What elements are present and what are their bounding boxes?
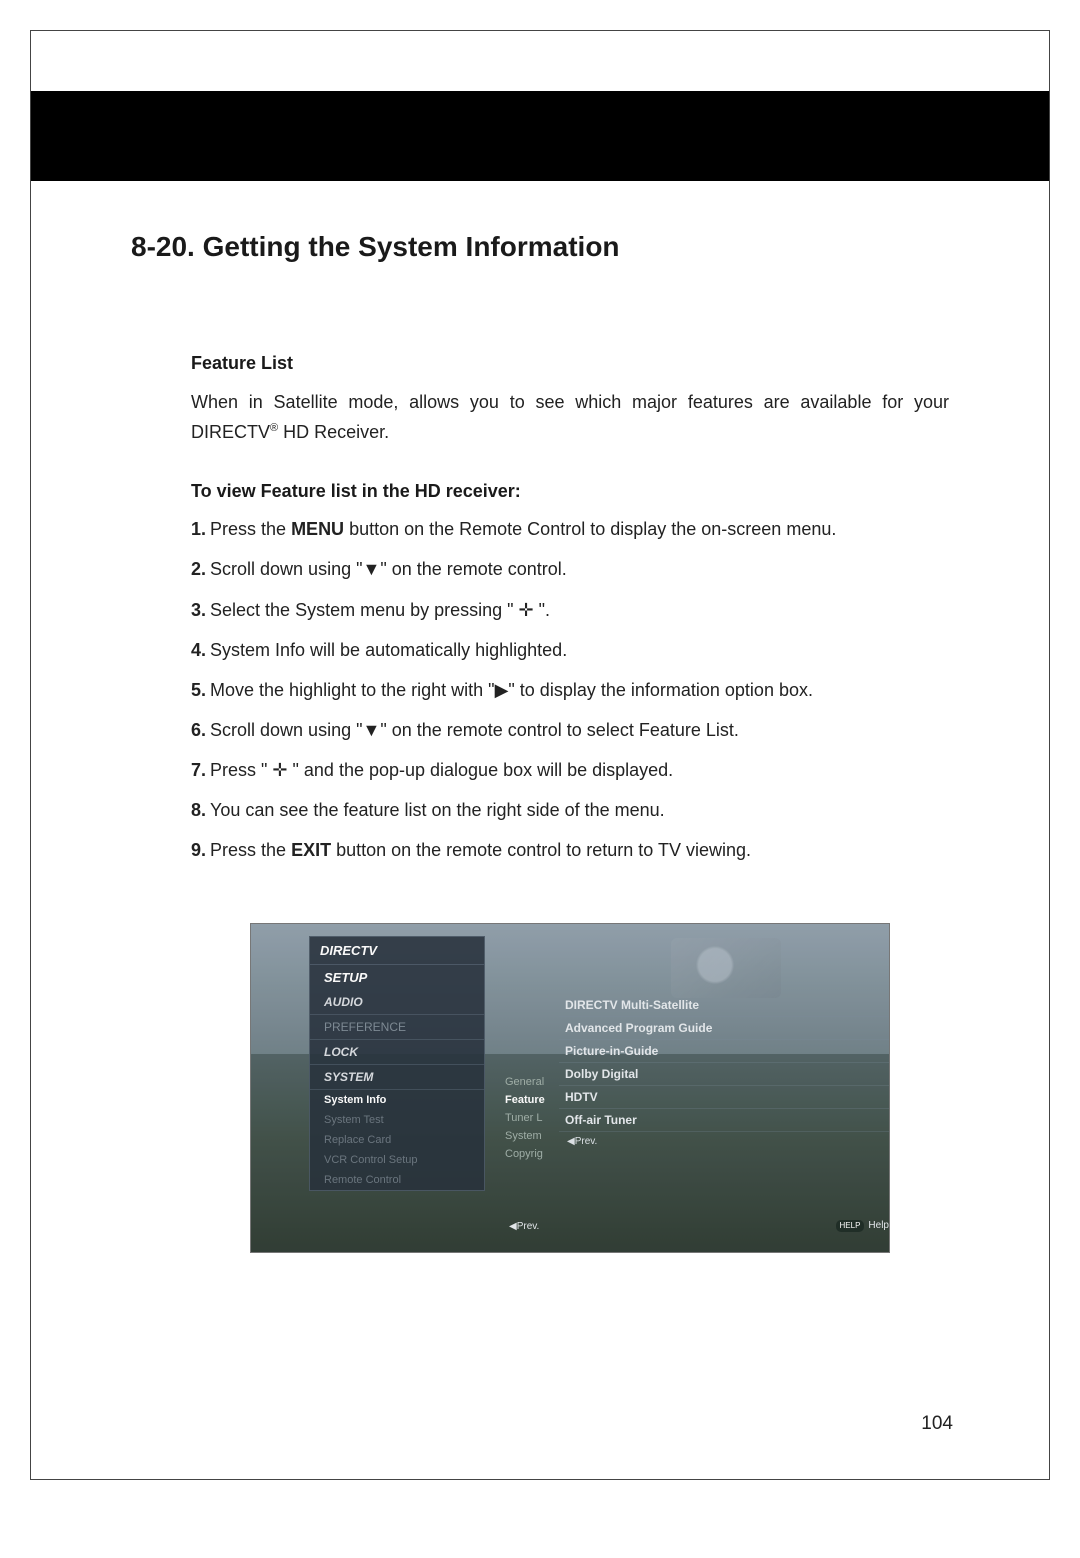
- document-page: 8-20. Getting the System Information Fea…: [30, 30, 1050, 1480]
- osd-sub-replacecard[interactable]: Replace Card: [310, 1130, 484, 1150]
- select-icon: ✛: [519, 600, 534, 620]
- step-3: 3.Select the System menu by pressing " ✛…: [191, 597, 949, 623]
- step-1: 1.Press the MENU button on the Remote Co…: [191, 516, 949, 542]
- page-content: 8-20. Getting the System Information Fea…: [31, 181, 1049, 1253]
- osd-brand: DIRECTV: [310, 937, 484, 965]
- body-indent: Feature List When in Satellite mode, all…: [191, 353, 949, 1253]
- step-8: 8.You can see the feature list on the ri…: [191, 797, 949, 823]
- osd-feature-panel: DIRECTV Multi-SatelliteYes Advanced Prog…: [559, 994, 890, 1148]
- section-title: 8-20. Getting the System Information: [131, 231, 949, 263]
- down-arrow-icon: ▼: [362, 559, 380, 579]
- osd-feature-row: Off-air TunerYes: [559, 1109, 890, 1132]
- header-black-bar: [31, 91, 1049, 181]
- desc-part-b: HD Receiver.: [278, 422, 389, 442]
- osd-prev-label[interactable]: ◀Prev.: [509, 1221, 539, 1232]
- osd-sidebar: DIRECTV SETUP AUDIO PREFERENCE LOCK SYST…: [309, 936, 485, 1191]
- osd-feature-row: Dolby DigitalYes: [559, 1063, 890, 1086]
- osd-sub-vcrcontrol[interactable]: VCR Control Setup: [310, 1150, 484, 1170]
- feature-list-heading: Feature List: [191, 353, 949, 374]
- registered-mark: ®: [270, 422, 278, 434]
- right-arrow-icon: ▶: [495, 680, 509, 700]
- step-5: 5.Move the highlight to the right with "…: [191, 677, 949, 703]
- osd-tab-system[interactable]: System: [503, 1127, 547, 1145]
- down-arrow-icon: ▼: [362, 720, 380, 740]
- osd-feature-row: Picture-in-GuideYes: [559, 1040, 890, 1063]
- osd-sub-systeminfo[interactable]: System Info: [310, 1090, 484, 1110]
- osd-prev-label[interactable]: ◀Prev.: [567, 1136, 597, 1148]
- osd-menu-preference[interactable]: PREFERENCE: [310, 1015, 484, 1040]
- osd-tabs: General Feature Tuner L System Copyrig: [503, 1073, 547, 1163]
- osd-feature-row: Advanced Program GuideYes: [559, 1017, 890, 1040]
- osd-setup-label: SETUP: [310, 965, 484, 990]
- step-9: 9.Press the EXIT button on the remote co…: [191, 837, 949, 863]
- osd-menu-lock[interactable]: LOCK: [310, 1040, 484, 1065]
- satellite-graphic: [671, 938, 781, 998]
- feature-list-description: When in Satellite mode, allows you to se…: [191, 388, 949, 447]
- step-7: 7.Press " ✛ " and the pop-up dialogue bo…: [191, 757, 949, 783]
- osd-tab-copyrig[interactable]: Copyrig: [503, 1145, 547, 1163]
- osd-sub-systemtest[interactable]: System Test: [310, 1110, 484, 1130]
- osd-screenshot: DIRECTV SETUP AUDIO PREFERENCE LOCK SYST…: [250, 923, 890, 1253]
- osd-tab-tuner[interactable]: Tuner L: [503, 1109, 547, 1127]
- osd-tab-general[interactable]: General: [503, 1073, 547, 1091]
- osd-tab-feature[interactable]: Feature: [503, 1091, 547, 1109]
- osd-menu-audio[interactable]: AUDIO: [310, 990, 484, 1015]
- instruction-steps: 1.Press the MENU button on the Remote Co…: [191, 516, 949, 863]
- step-2: 2.Scroll down using "▼" on the remote co…: [191, 556, 949, 582]
- osd-outer-footer: ◀Prev. HELPHelp: [509, 1220, 889, 1232]
- instructions-heading: To view Feature list in the HD receiver:: [191, 481, 949, 502]
- osd-help-group[interactable]: HELPHelp: [836, 1220, 889, 1232]
- osd-menu-system[interactable]: SYSTEM: [310, 1065, 484, 1090]
- select-icon: ✛: [272, 760, 287, 780]
- osd-feature-row: DIRECTV Multi-SatelliteYes: [559, 994, 890, 1017]
- osd-sub-remotecontrol[interactable]: Remote Control: [310, 1170, 484, 1190]
- osd-panel-footer: ◀Prev. HELPHelp: [559, 1132, 890, 1148]
- step-6: 6.Scroll down using "▼" on the remote co…: [191, 717, 949, 743]
- osd-feature-row: HDTVYes: [559, 1086, 890, 1109]
- step-4: 4.System Info will be automatically high…: [191, 637, 949, 663]
- page-number: 104: [921, 1413, 953, 1435]
